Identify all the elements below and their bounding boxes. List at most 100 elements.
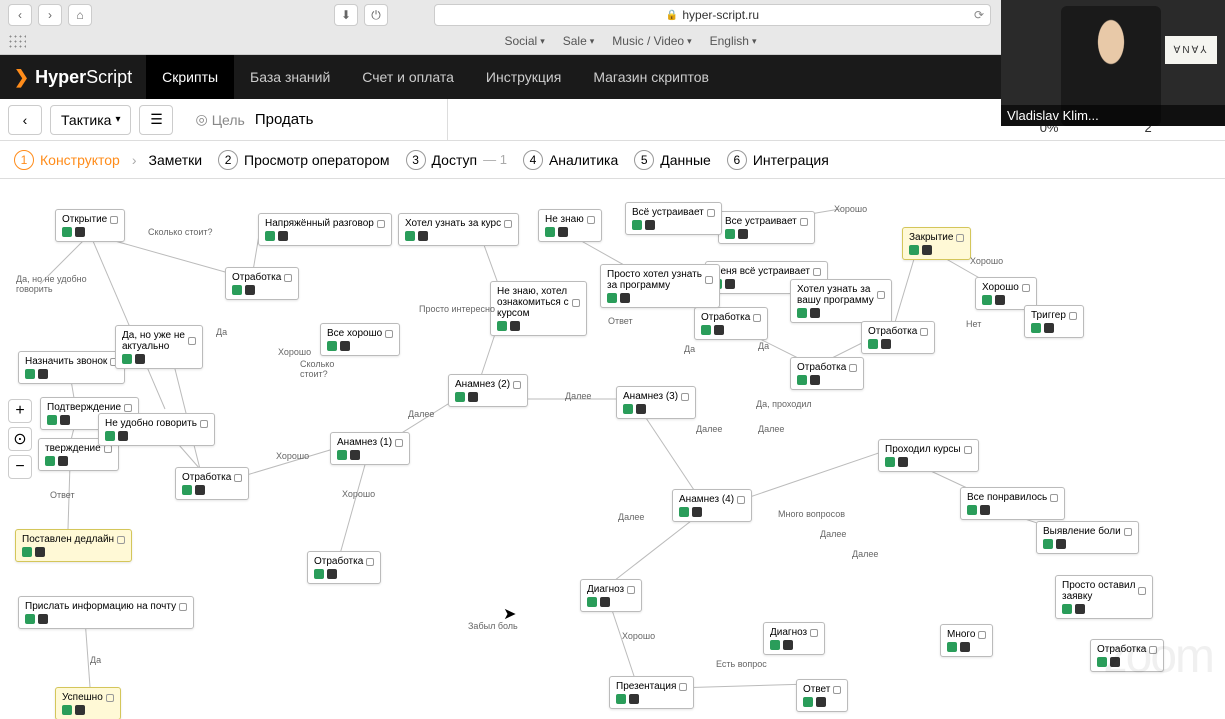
flow-node[interactable]: Презентация	[609, 676, 694, 709]
flow-node[interactable]: Просто хотел узнатьза программу	[600, 264, 720, 308]
edge-label: Далее	[758, 424, 784, 434]
step-constructor[interactable]: 1Конструктор	[10, 150, 124, 170]
flow-node[interactable]: Отработка	[307, 551, 381, 584]
edge-label: Сколько стоит?	[148, 227, 213, 237]
flow-node[interactable]: Поставлен дедлайн	[15, 529, 132, 562]
nav-scripts[interactable]: Скрипты	[146, 55, 234, 99]
edge-label: Хорошо	[970, 256, 1003, 266]
step-access[interactable]: 3Доступ— 1	[402, 150, 511, 170]
step-data[interactable]: 5Данные	[630, 150, 715, 170]
flow-node[interactable]: Выявление боли	[1036, 521, 1139, 554]
target-icon: ◎	[195, 111, 207, 128]
flow-node[interactable]: Все понравилось	[960, 487, 1065, 520]
flow-node[interactable]: Открытие	[55, 209, 125, 242]
step-integration[interactable]: 6Интеграция	[723, 150, 833, 170]
bookmark-social[interactable]: Social▾	[505, 34, 545, 48]
back-nav-button[interactable]: ‹	[8, 105, 42, 135]
nav-knowledge[interactable]: База знаний	[234, 55, 346, 99]
video-overlay[interactable]: ⱯNⱯ⅄ Vladislav Klim...	[1001, 0, 1225, 126]
flow-node[interactable]: Назначить звонок	[18, 351, 125, 384]
edge-label: Много вопросов	[778, 509, 845, 519]
flow-node[interactable]: Успешно	[55, 687, 121, 719]
flow-node[interactable]: Отработка	[861, 321, 935, 354]
flow-node[interactable]: Не удобно говорить	[98, 413, 215, 446]
flow-node[interactable]: Триггер	[1024, 305, 1084, 338]
tactic-dropdown[interactable]: Тактика ▾	[50, 105, 131, 135]
power-icon[interactable]: ⏻	[364, 4, 388, 26]
nav-billing[interactable]: Счет и оплата	[346, 55, 470, 99]
url-text: hyper-script.ru	[682, 8, 759, 22]
edge-label: Ответ	[608, 316, 633, 326]
flow-node[interactable]: Хотел узнать за курс	[398, 213, 519, 246]
goal-input[interactable]	[255, 111, 435, 128]
flow-node[interactable]: Анамнез (2)	[448, 374, 528, 407]
flow-node[interactable]: Отработка	[225, 267, 299, 300]
flow-node[interactable]: Хотел узнать завашу программу	[790, 279, 892, 323]
bookmark-music[interactable]: Music / Video▾	[612, 34, 691, 48]
flow-node[interactable]: Диагноз	[763, 622, 825, 655]
bookmark-english[interactable]: English▾	[710, 34, 757, 48]
chevron-down-icon: ▾	[115, 114, 120, 125]
zoom-out-button[interactable]: −	[8, 455, 32, 479]
step-notes[interactable]: Заметки	[145, 152, 207, 168]
flow-node[interactable]: Все устраивает	[718, 211, 815, 244]
edge-label: Да, но не удобноговорить	[16, 274, 87, 294]
edge-label: Далее	[408, 409, 434, 419]
flow-node[interactable]: Отработка	[175, 467, 249, 500]
bookmark-sale[interactable]: Sale▾	[563, 34, 595, 48]
flow-node[interactable]: Всё устраивает	[625, 202, 722, 235]
download-icon[interactable]: ⬇	[334, 4, 358, 26]
zoom-in-button[interactable]: +	[8, 399, 32, 423]
edge-label: Да	[684, 344, 695, 354]
flow-node[interactable]: Напряжённый разговор	[258, 213, 392, 246]
edge-label: Далее	[565, 391, 591, 401]
edge-label: Хорошо	[276, 451, 309, 461]
flow-node[interactable]: Много	[940, 624, 993, 657]
flow-node[interactable]: Анамнез (1)	[330, 432, 410, 465]
apps-icon[interactable]	[8, 34, 26, 48]
edge-label: Нет	[966, 319, 981, 329]
flow-node[interactable]: Диагноз	[580, 579, 642, 612]
flow-node[interactable]: Отработка	[694, 307, 768, 340]
goal-section: ◎Цель	[183, 99, 447, 140]
flow-node[interactable]: Ответ	[796, 679, 848, 712]
edge-label: Хорошо	[278, 347, 311, 357]
step-analytics[interactable]: 4Аналитика	[519, 150, 622, 170]
menu-button[interactable]: ☰	[139, 105, 173, 135]
chevron-down-icon: ▾	[540, 36, 545, 47]
edge-label: Хорошо	[834, 204, 867, 214]
home-button[interactable]: ⌂	[68, 4, 92, 26]
back-button[interactable]: ‹	[8, 4, 32, 26]
reload-icon[interactable]: ⟳	[974, 8, 984, 22]
edge-label: Забыл боль	[468, 621, 518, 631]
flow-node[interactable]: Просто оставилзаявку	[1055, 575, 1153, 619]
nav-market[interactable]: Магазин скриптов	[577, 55, 725, 99]
edge-label: Далее	[820, 529, 846, 539]
flow-canvas[interactable]: + ⊙ − ➤ Открытие Назначить звонок твержд…	[0, 179, 1225, 719]
step-operator-view[interactable]: 2Просмотр оператором	[214, 150, 393, 170]
flow-node[interactable]: Проходил курсы	[878, 439, 979, 472]
edge-label: Да	[758, 341, 769, 351]
flow-node[interactable]: Не знаю	[538, 209, 602, 242]
flow-node[interactable]: Отработка	[790, 357, 864, 390]
flow-node[interactable]: Анамнез (4)	[672, 489, 752, 522]
flow-node[interactable]: Все хорошо	[320, 323, 400, 356]
zoom-watermark: zoom	[1104, 629, 1213, 684]
breadcrumb-sep: ›	[132, 152, 137, 168]
flow-node[interactable]: Анамнез (3)	[616, 386, 696, 419]
edge-label: Сколькостоит?	[300, 359, 334, 379]
chevron-down-icon: ▾	[752, 36, 757, 47]
center-button[interactable]: ⊙	[8, 427, 32, 451]
flow-node[interactable]: Прислать информацию на почту	[18, 596, 194, 629]
step-nav: 1Конструктор › Заметки 2Просмотр операто…	[0, 141, 1225, 179]
address-bar[interactable]: 🔒 hyper-script.ru ⟳	[434, 4, 991, 26]
nav-instruction[interactable]: Инструкция	[470, 55, 577, 99]
flow-node[interactable]: Закрытие	[902, 227, 971, 260]
forward-button[interactable]: ›	[38, 4, 62, 26]
edges-layer	[0, 179, 1225, 719]
flow-node[interactable]: Да, но уже неактуально	[115, 325, 203, 369]
edge-label: Да, проходил	[756, 399, 812, 409]
app-logo[interactable]: ❯ HyperScript	[0, 67, 146, 88]
goal-label: ◎Цель	[195, 111, 244, 128]
flow-node[interactable]: Не знаю, хотелознакомиться скурсом	[490, 281, 587, 336]
